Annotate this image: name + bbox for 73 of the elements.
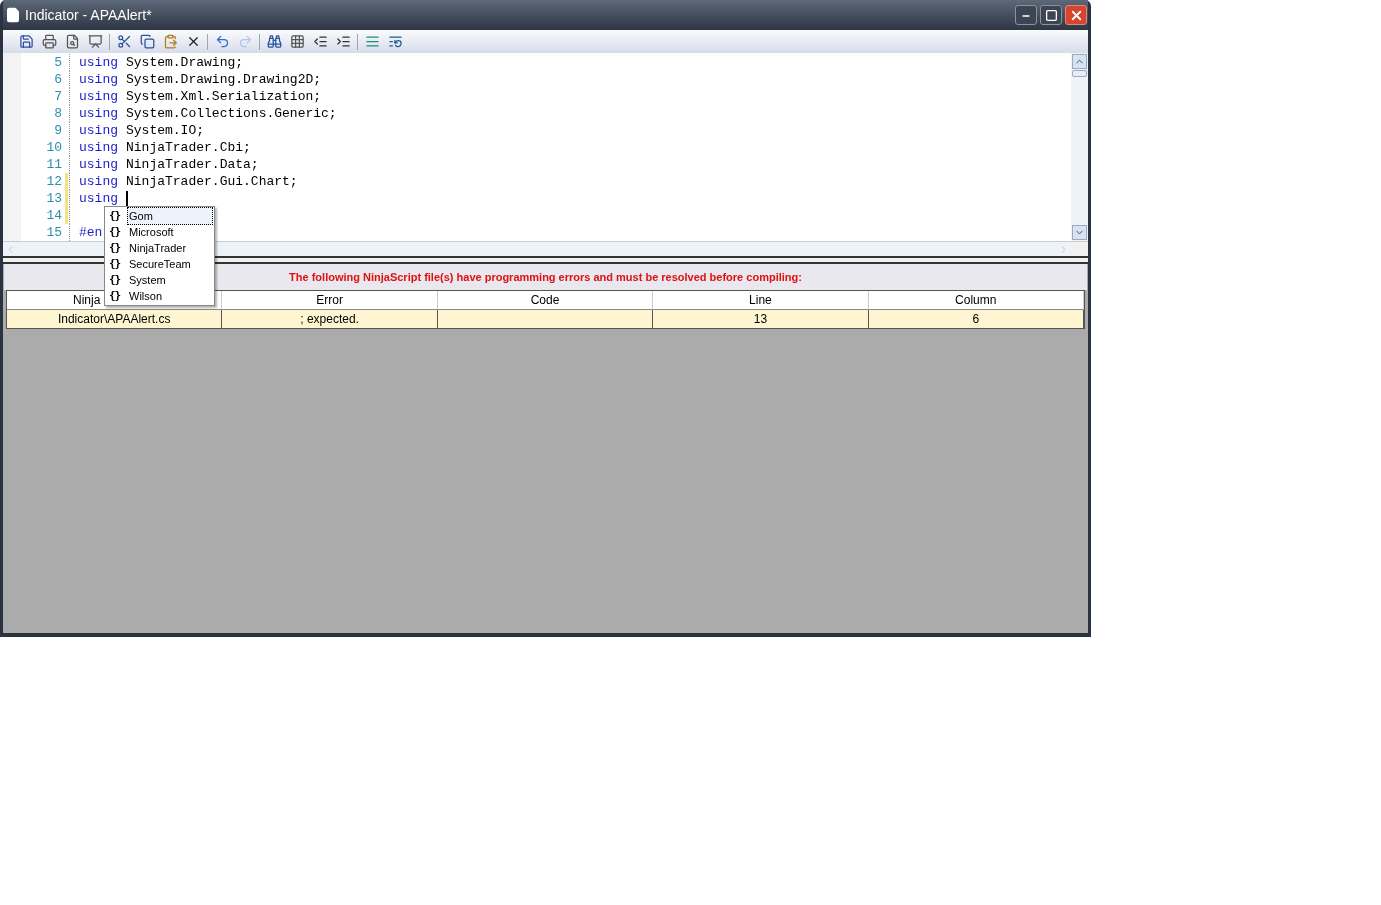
namespace-icon: {} bbox=[109, 255, 127, 273]
code-keyword: using bbox=[79, 104, 118, 123]
completion-item[interactable]: {} Microsoft bbox=[105, 224, 214, 240]
line-number: 12 bbox=[45, 172, 62, 191]
line-number: 8 bbox=[53, 104, 62, 123]
copy-button[interactable] bbox=[138, 32, 156, 51]
code-keyword: using bbox=[79, 155, 118, 174]
completion-item[interactable]: {} NinjaTrader bbox=[105, 240, 214, 256]
code-keyword: #en bbox=[79, 223, 103, 241]
comment-icon bbox=[364, 34, 380, 49]
code-keyword: using bbox=[79, 172, 118, 191]
undo-icon bbox=[214, 34, 230, 49]
redo-icon bbox=[237, 34, 253, 49]
print-icon bbox=[41, 34, 57, 49]
line-number: 15 bbox=[45, 223, 62, 241]
line-number: 6 bbox=[53, 70, 62, 89]
code-keyword: using bbox=[79, 87, 118, 106]
line-number: 14 bbox=[45, 206, 62, 225]
code-text: System.Drawing.Drawing2D; bbox=[126, 70, 322, 89]
line-number: 11 bbox=[45, 155, 62, 174]
presentation-button[interactable] bbox=[86, 32, 104, 51]
line-number: 7 bbox=[53, 87, 62, 106]
code-keyword: using bbox=[79, 189, 118, 208]
code-keyword: using bbox=[79, 121, 118, 140]
code-text: System.IO; bbox=[126, 121, 205, 140]
line-number: 13 bbox=[45, 189, 62, 208]
find-icon bbox=[266, 34, 282, 49]
grid-icon bbox=[289, 34, 305, 49]
table-cell: Indicator\APAAlert.cs bbox=[7, 310, 223, 328]
code-text: System.Drawing; bbox=[126, 53, 244, 72]
window-title: Indicator - APAAlert* bbox=[25, 5, 152, 25]
grid-button[interactable] bbox=[288, 32, 306, 51]
print-preview-icon bbox=[64, 34, 80, 49]
namespace-icon: {} bbox=[109, 207, 127, 225]
close-button[interactable] bbox=[1065, 5, 1087, 25]
table-cell: 6 bbox=[868, 310, 1084, 328]
maximize-button[interactable] bbox=[1040, 5, 1062, 25]
line-number: 9 bbox=[53, 121, 62, 140]
document-icon bbox=[5, 7, 21, 23]
code-text: NinjaTrader.Cbi; bbox=[126, 138, 251, 157]
code-text: System.Collections.Generic; bbox=[126, 104, 337, 123]
save-icon bbox=[18, 34, 34, 49]
uncomment-icon bbox=[387, 34, 403, 49]
code-text: NinjaTrader.Data; bbox=[126, 155, 259, 174]
find-button[interactable] bbox=[265, 32, 283, 51]
completion-item[interactable]: {} Wilson bbox=[105, 288, 214, 304]
indent-icon bbox=[335, 34, 351, 49]
code-text: NinjaTrader.Gui.Chart; bbox=[126, 172, 298, 191]
table-cell: ; expected. bbox=[222, 310, 438, 328]
code-keyword: using bbox=[79, 53, 118, 72]
namespace-icon: {} bbox=[109, 223, 127, 241]
namespace-icon: {} bbox=[109, 271, 127, 289]
error-message: The following NinjaScript file(s) have programming errors and must be resolved before compiling: bbox=[289, 269, 802, 285]
cut-icon bbox=[116, 34, 132, 49]
scroll-thumb[interactable] bbox=[1072, 70, 1087, 77]
namespace-icon: {} bbox=[109, 239, 127, 257]
paste-icon bbox=[162, 34, 178, 49]
save-button[interactable] bbox=[17, 32, 35, 51]
table-cell: 13 bbox=[653, 310, 869, 328]
outdent-icon bbox=[312, 34, 328, 49]
code-keyword: using bbox=[79, 70, 118, 89]
line-number: 10 bbox=[45, 138, 62, 157]
print-button[interactable] bbox=[40, 32, 58, 51]
minimize-button[interactable] bbox=[1015, 5, 1037, 25]
completion-item[interactable]: {} SecureTeam bbox=[105, 256, 214, 272]
completion-item[interactable]: {} System bbox=[105, 272, 214, 288]
presentation-icon bbox=[87, 34, 103, 49]
cut-button[interactable] bbox=[115, 32, 133, 51]
maximize-icon bbox=[1044, 8, 1058, 22]
code-keyword: using bbox=[79, 138, 118, 157]
line-number: 5 bbox=[53, 53, 62, 72]
code-text: System.Xml.Serialization; bbox=[126, 87, 322, 106]
copy-icon bbox=[139, 34, 155, 49]
